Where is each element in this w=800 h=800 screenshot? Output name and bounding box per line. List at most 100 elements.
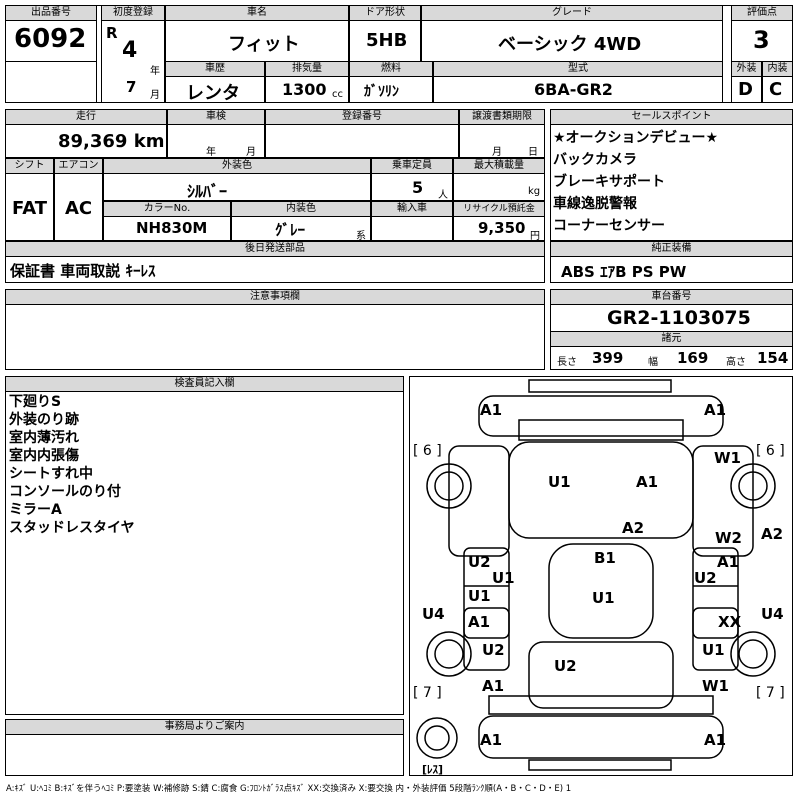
- inspector-note: シートすれ中: [9, 466, 93, 482]
- damage-code: U1: [492, 569, 515, 587]
- sales-point-item: コーナーセンサー: [553, 218, 665, 234]
- tire-front-left: [ 6 ]: [413, 443, 442, 459]
- equip: ABS ｴｱB PS PW: [561, 263, 687, 281]
- tire-rear-left: [ 7 ]: [413, 685, 442, 701]
- capacity-label: 乗車定員: [371, 158, 453, 174]
- color-no: NH830M: [136, 219, 208, 237]
- import-label: 輸入車: [371, 201, 453, 217]
- inspector-note: 外装のり跡: [9, 412, 79, 428]
- import-cell: [371, 216, 453, 241]
- damage-code: U1: [702, 641, 725, 659]
- chassis: GR2-1103075: [607, 307, 751, 329]
- damage-code: W1: [702, 677, 729, 695]
- damage-code: W1: [714, 449, 741, 467]
- car-outline: [416, 379, 776, 771]
- history: レンタ: [186, 83, 240, 104]
- lot-no: 6092: [14, 24, 87, 54]
- sales-point-item: 車線逸脱警報: [553, 196, 637, 212]
- transfer-month: 月: [492, 147, 502, 158]
- door-type: 5HB: [366, 30, 408, 51]
- damage-code: A1: [704, 731, 727, 749]
- shift: FAT: [12, 198, 48, 219]
- sales-point-item: バックカメラ: [553, 152, 637, 168]
- reg-year: 4: [122, 38, 138, 63]
- inspector-note: スタッドレスタイヤ: [9, 520, 135, 536]
- load-unit: kg: [528, 186, 541, 197]
- damage-code: A2: [761, 525, 784, 543]
- inspector-notes: 下廻りS 外装のり跡 室内薄汚れ 室内内張傷 シートすれ中 コンソールのり付 ミ…: [5, 391, 404, 715]
- score-label: 評価点: [731, 5, 793, 21]
- color-label: 外装色: [103, 158, 371, 174]
- ext-label: 外装: [731, 61, 762, 77]
- inspector-note: コンソールのり付: [9, 484, 121, 500]
- length-label: 長さ: [557, 357, 577, 368]
- mileage: 89,369 km: [58, 131, 165, 152]
- sales-points: ★オークションデビュー★ バックカメラ ブレーキサポート 車線逸脱警報 コーナー…: [550, 124, 793, 241]
- damage-code: A1: [704, 401, 727, 419]
- office-cell: [5, 734, 404, 776]
- first-reg-label: 初度登録: [101, 5, 165, 21]
- inspection-year: 年: [206, 147, 216, 158]
- lot-no-label: 出品番号: [5, 5, 97, 21]
- damage-code: U1: [592, 589, 615, 607]
- later-label: 後日発送部品: [5, 241, 545, 257]
- color-cell: [103, 173, 371, 201]
- tire-rear-right: [ 7 ]: [756, 685, 785, 701]
- reg-no-cell: [265, 124, 459, 158]
- sales-point-item: ★オークションデビュー★: [553, 130, 719, 146]
- int-label: 内装: [762, 61, 793, 77]
- damage-code: U2: [482, 641, 505, 659]
- damage-code: A1: [468, 613, 491, 631]
- capacity: 5: [412, 178, 424, 197]
- sales-label: セールスポイント: [550, 109, 793, 125]
- recycle-label: リサイクル預託金: [453, 201, 545, 217]
- lot-no-under-cell: [5, 61, 97, 103]
- displacement: 1300: [282, 80, 327, 99]
- damage-code: U2: [554, 657, 577, 675]
- model-label: 型式: [433, 61, 723, 77]
- fuel: ｶﾞｿﾘﾝ: [364, 84, 399, 100]
- car-diagram: [ 6 ] [ 6 ] [ 7 ] [ 7 ] [ﾚｽ] A1 A1 W1 U1…: [409, 376, 793, 776]
- width-label: 幅: [648, 357, 658, 368]
- reg-no-label: 登録番号: [265, 109, 459, 125]
- inspector-label: 検査員記入欄: [5, 376, 404, 392]
- displacement-label: 排気量: [265, 61, 349, 77]
- damage-code: U4: [422, 605, 445, 623]
- damage-code: U1: [468, 587, 491, 605]
- width: 169: [677, 349, 709, 367]
- recycle-unit: 円: [530, 231, 540, 242]
- chassis-label: 車台番号: [550, 289, 793, 305]
- damage-code: U4: [761, 605, 784, 623]
- door-label: ドア形状: [349, 5, 421, 21]
- length: 399: [592, 349, 624, 367]
- later-parts: 保証書 車両取説 ｷｰﾚｽ: [10, 262, 156, 280]
- grade: ベーシック 4WD: [498, 34, 642, 55]
- damage-code: A2: [622, 519, 645, 537]
- equip-label: 純正装備: [550, 241, 793, 257]
- damage-code: A1: [480, 731, 503, 749]
- damage-code: U1: [548, 473, 571, 491]
- era: R: [106, 24, 118, 42]
- interior-unit: 系: [356, 231, 366, 242]
- damage-code: B1: [594, 549, 616, 567]
- inspector-note: 室内薄汚れ: [9, 430, 79, 446]
- damage-code: A1: [636, 473, 659, 491]
- load-label: 最大積載量: [453, 158, 545, 174]
- caution-label: 注意事項欄: [5, 289, 545, 305]
- reg-month-unit: 月: [150, 90, 160, 101]
- inspector-note: ミラーA: [9, 502, 62, 518]
- transfer-label: 譲渡書類期限: [459, 109, 545, 125]
- spare-tire: [ﾚｽ]: [422, 763, 444, 776]
- office-label: 事務局よりご案内: [5, 719, 404, 735]
- model: 6BA-GR2: [534, 80, 613, 99]
- ac-label: エアコン: [54, 158, 103, 174]
- car-name-label: 車名: [165, 5, 349, 21]
- damage-code: A1: [480, 401, 503, 419]
- interior: ｸﾞﾚｰ: [275, 221, 306, 239]
- damage-code: A1: [717, 553, 740, 571]
- inspection-month: 月: [246, 147, 256, 158]
- tire-front-right: [ 6 ]: [756, 443, 785, 459]
- history-label: 車歴: [165, 61, 265, 77]
- ext-score: D: [738, 79, 753, 100]
- height-label: 高さ: [726, 357, 746, 368]
